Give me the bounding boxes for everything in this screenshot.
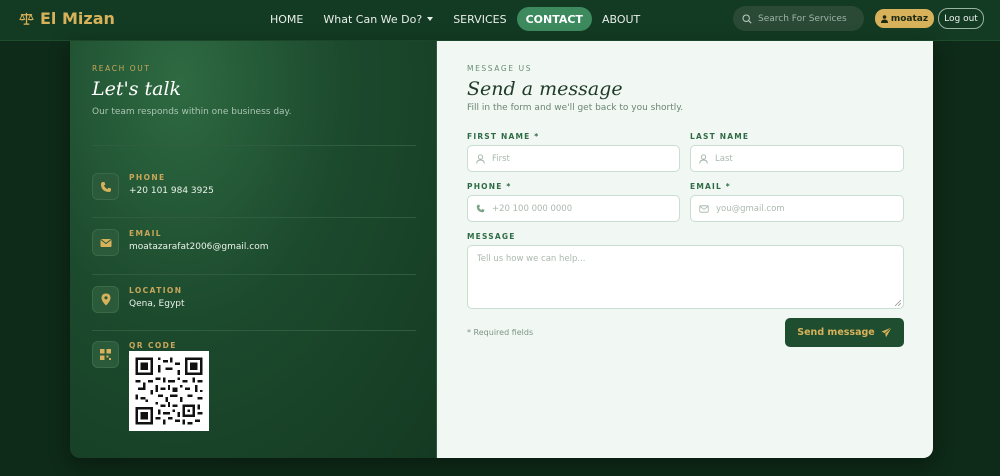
- contact-location: LOCATION Qena, Egypt: [92, 286, 416, 326]
- search-input[interactable]: [758, 13, 858, 24]
- phone-icon: [476, 204, 485, 213]
- divider: [92, 217, 416, 218]
- scales-icon: [19, 12, 34, 25]
- required-note: * Required fields: [467, 328, 534, 337]
- phone-label: PHONE: [129, 173, 166, 182]
- first-name-input[interactable]: [492, 153, 672, 164]
- contact-subtitle: Our team responds within one business da…: [92, 107, 292, 117]
- contact-info-panel: REACH OUT Let's talk Our team responds w…: [70, 41, 437, 458]
- nav-what-can-we-do[interactable]: What Can We Do?: [313, 7, 443, 31]
- phone-field-label: PHONE *: [467, 182, 512, 191]
- contact-card: REACH OUT Let's talk Our team responds w…: [70, 41, 933, 458]
- nav-home-label: HOME: [270, 12, 304, 26]
- contact-phone: PHONE +20 101 984 3925: [92, 173, 416, 213]
- user-button[interactable]: moataz: [875, 9, 934, 28]
- phone-icon: [92, 173, 119, 200]
- nav-what-can-we-do-label: What Can We Do?: [323, 12, 423, 26]
- nav-contact[interactable]: CONTACT: [516, 7, 592, 31]
- email-field-label: EMAIL *: [690, 182, 731, 191]
- user-name: moataz: [890, 13, 929, 24]
- user-icon: [476, 153, 485, 164]
- message-form-panel: MESSAGE US Send a message Fill in the fo…: [437, 41, 933, 458]
- phone-field[interactable]: [467, 195, 680, 222]
- nav-about-label: ABOUT: [601, 12, 641, 26]
- reach-out-eyebrow: REACH OUT: [92, 64, 151, 73]
- form-subtitle: Fill in the form and we'll get back to y…: [467, 103, 684, 113]
- divider: [92, 145, 416, 146]
- nav-services-label: SERVICES: [453, 12, 507, 26]
- location-pin-icon: [92, 286, 119, 313]
- send-message-title: Send a message: [467, 78, 623, 100]
- first-name-field[interactable]: [467, 145, 680, 172]
- user-icon: [880, 14, 888, 23]
- nav-services[interactable]: SERVICES: [443, 7, 516, 31]
- search-box[interactable]: [733, 6, 864, 31]
- nav-contact-label: CONTACT: [525, 12, 583, 26]
- email-input[interactable]: [716, 203, 896, 214]
- paper-plane-icon: [881, 327, 892, 338]
- first-name-label: FIRST NAME *: [467, 132, 540, 141]
- brand-logo[interactable]: El Mizan: [19, 9, 115, 28]
- location-value: Qena, Egypt: [129, 299, 185, 309]
- message-textarea[interactable]: [477, 254, 894, 300]
- user-icon: [699, 153, 708, 164]
- search-icon: [742, 13, 752, 24]
- email-value[interactable]: moatazarafat2006@gmail.com: [129, 242, 268, 252]
- last-name-label: LAST NAME: [690, 132, 750, 141]
- message-field[interactable]: [467, 245, 904, 309]
- qr-label: QR CODE: [129, 341, 177, 350]
- resize-grip-icon[interactable]: [895, 300, 901, 306]
- message-label: MESSAGE: [467, 232, 516, 241]
- send-message-label: Send message: [797, 327, 875, 338]
- last-name-field[interactable]: [690, 145, 904, 172]
- phone-input[interactable]: [492, 203, 672, 214]
- contact-email: EMAIL moatazarafat2006@gmail.com: [92, 229, 416, 269]
- top-navbar: El Mizan HOME What Can We Do? SERVICES C…: [0, 0, 1000, 41]
- main-nav: HOME What Can We Do? SERVICES CONTACT AB…: [260, 7, 650, 31]
- divider: [92, 274, 416, 275]
- last-name-input[interactable]: [715, 153, 895, 164]
- message-us-eyebrow: MESSAGE US: [467, 64, 533, 73]
- mail-icon: [699, 204, 709, 213]
- email-field[interactable]: [690, 195, 904, 222]
- logout-button[interactable]: Log out: [938, 8, 984, 29]
- brand-name: El Mizan: [40, 9, 115, 28]
- qr-code-image: [129, 351, 209, 431]
- location-label: LOCATION: [129, 286, 183, 295]
- logout-label: Log out: [944, 13, 978, 24]
- phone-value[interactable]: +20 101 984 3925: [129, 186, 214, 196]
- lets-talk-title: Let's talk: [92, 78, 182, 100]
- chevron-down-icon: [427, 17, 434, 21]
- send-message-button[interactable]: Send message: [785, 318, 904, 347]
- nav-about[interactable]: ABOUT: [592, 7, 650, 31]
- qr-icon: [92, 341, 119, 368]
- nav-home[interactable]: HOME: [260, 7, 313, 31]
- mail-icon: [92, 229, 119, 256]
- divider: [92, 330, 416, 331]
- email-label: EMAIL: [129, 229, 162, 238]
